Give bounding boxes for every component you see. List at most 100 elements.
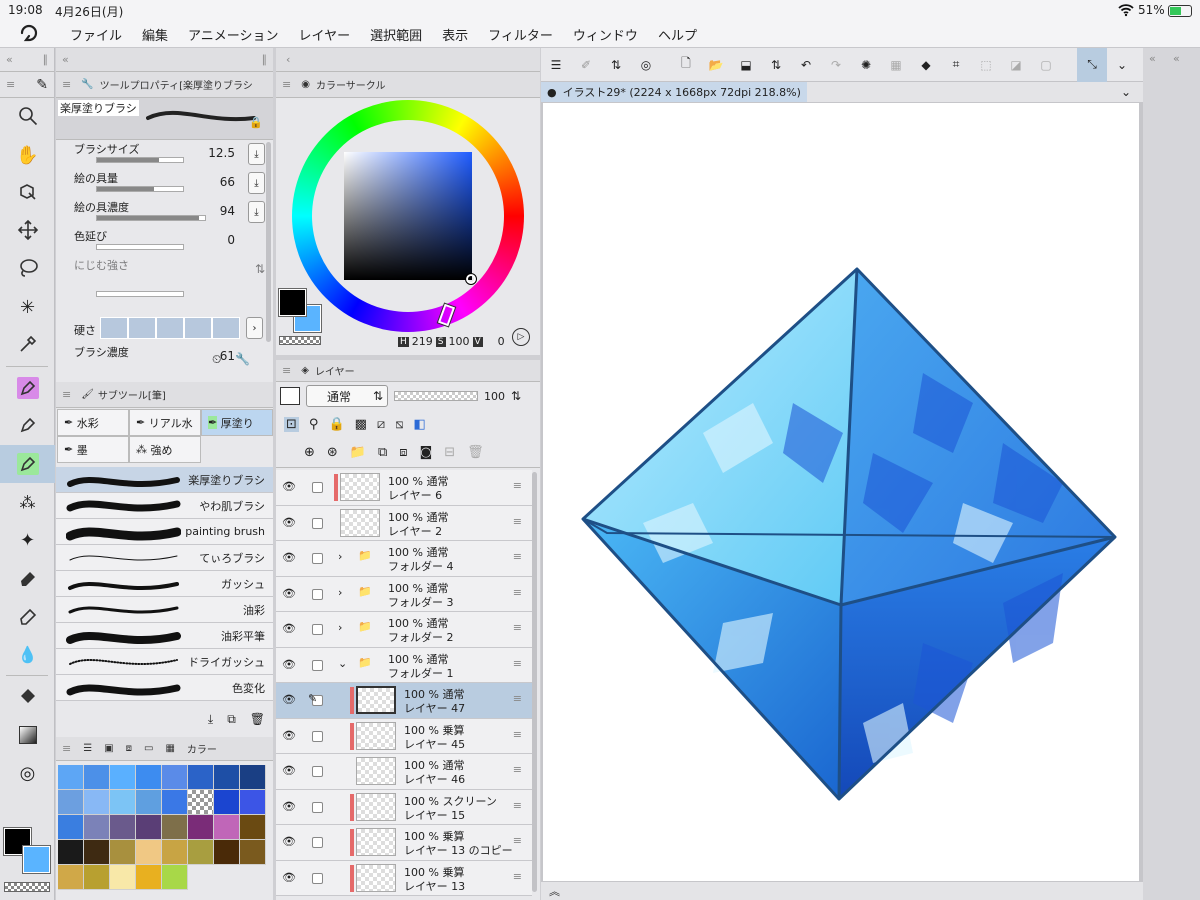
collapse-icon[interactable]: « xyxy=(6,53,13,66)
operation-tool[interactable] xyxy=(0,174,55,212)
pen-tool[interactable] xyxy=(0,369,55,407)
chevron-down-icon[interactable]: ⌄ xyxy=(338,657,347,670)
drag-handle-icon[interactable]: ≡ xyxy=(513,621,522,634)
color-swatch[interactable] xyxy=(214,815,240,840)
drag-handle-icon[interactable]: ≡ xyxy=(513,870,522,883)
sv-cursor[interactable] xyxy=(465,273,477,285)
undo-icon[interactable]: ↶ xyxy=(791,48,821,82)
wrench-settings-icon[interactable]: 🔧 xyxy=(235,352,250,367)
eye-icon[interactable]: 👁 xyxy=(282,587,296,600)
menu-icon[interactable]: ≡ xyxy=(62,742,71,755)
color-swatch[interactable] xyxy=(58,840,84,865)
color-mode-icon[interactable]: ▷ xyxy=(512,328,530,346)
arrow-stepper-icon[interactable]: ⇅ xyxy=(255,262,265,276)
menu-icon[interactable]: ≡ xyxy=(62,388,71,401)
layer-row[interactable]: 👁 100 % 乗算 レイヤー 13 のコピー ≡ xyxy=(276,825,532,861)
eye-icon[interactable]: 👁 xyxy=(282,800,296,813)
reset-clock-icon[interactable]: ⏲ xyxy=(212,352,221,367)
color-layer-icon[interactable]: ◧ xyxy=(413,417,425,432)
brush-item[interactable]: 色変化 xyxy=(56,675,273,701)
folder-row[interactable]: 👁 › 📁 100 % 通常 フォルダー 4 ≡ xyxy=(276,541,532,577)
color-swatch[interactable] xyxy=(136,815,162,840)
redo-icon[interactable]: ↷ xyxy=(821,48,851,82)
layer-checkbox[interactable] xyxy=(312,837,323,848)
new-file-icon[interactable]: 🗋 xyxy=(671,48,701,82)
stepper-icon[interactable]: ⇅ xyxy=(601,48,631,82)
new-vector-layer-icon[interactable]: ⊛ xyxy=(327,445,338,460)
figure-tool[interactable]: ◎ xyxy=(0,754,55,792)
chevron-down-icon[interactable]: ⌄ xyxy=(1107,48,1137,82)
layer-row[interactable]: 👁 100 % 通常 レイヤー 6 ≡ xyxy=(276,470,532,506)
drag-handle-icon[interactable]: ≡ xyxy=(513,834,522,847)
eraser-tool[interactable] xyxy=(0,559,55,597)
brush-item[interactable]: やわ肌ブラシ xyxy=(56,493,273,519)
snap-icon[interactable]: ⤡ xyxy=(1077,47,1107,82)
pencil-tool[interactable] xyxy=(0,407,55,445)
save-icon[interactable]: ⬓ xyxy=(731,48,761,82)
drag-handle-icon[interactable]: ≡ xyxy=(513,763,522,776)
canvas-tab[interactable]: ● イラスト29* (2224 x 1668px 72dpi 218.8%) xyxy=(541,82,807,102)
eye-icon[interactable]: 👁 xyxy=(282,622,296,635)
app-logo-icon[interactable] xyxy=(18,23,40,46)
canvas-paper[interactable] xyxy=(543,103,1139,881)
chevron-right-icon[interactable]: › xyxy=(246,317,263,339)
brush-item[interactable]: 油彩平筆 xyxy=(56,623,273,649)
collapse-icon[interactable]: « xyxy=(1173,52,1180,65)
color-swatch[interactable] xyxy=(58,790,84,815)
apply-mask-icon[interactable]: ⊟ xyxy=(444,445,455,460)
eyedropper-tool[interactable] xyxy=(0,326,55,364)
airbrush-tool[interactable]: ⁂ xyxy=(0,483,55,521)
color-swatch[interactable] xyxy=(84,765,110,790)
chevron-right-icon[interactable]: › xyxy=(338,550,342,563)
tab-thick-paint[interactable]: ✒ 厚塗り xyxy=(201,409,273,436)
color-swatch[interactable] xyxy=(240,790,266,815)
menu-file[interactable]: ファイル xyxy=(70,25,122,44)
drag-handle-icon[interactable]: ≡ xyxy=(513,479,522,492)
layer-row[interactable]: 👁 100 % 通常 レイヤー 2 ≡ xyxy=(276,505,532,541)
color-swatch[interactable] xyxy=(110,865,136,890)
color-swatch[interactable] xyxy=(162,790,188,815)
drag-handle-icon[interactable]: ≡ xyxy=(513,657,522,670)
new-folder-icon[interactable]: 📁 xyxy=(350,445,366,460)
clip-icon[interactable]: ⧄ xyxy=(377,417,385,432)
eye-icon[interactable]: 👁 xyxy=(282,551,296,564)
layer-row[interactable]: 👁 100 % スクリーン レイヤー 15 ≡ xyxy=(276,789,532,825)
layer-checkbox[interactable] xyxy=(312,659,323,671)
invert-selection-icon[interactable]: ◪ xyxy=(1001,48,1031,82)
blend-mode-select[interactable]: 通常 ⇅ xyxy=(306,385,388,407)
magic-wand-tool[interactable]: ✳ xyxy=(0,288,55,326)
color-swatch[interactable] xyxy=(84,865,110,890)
pressure-icon[interactable]: ⤓ xyxy=(248,172,265,194)
fill-bucket-icon[interactable]: ◆ xyxy=(911,48,941,82)
deselect-icon[interactable]: ⬚ xyxy=(971,48,1001,82)
tab-strong[interactable]: ⁂ 強め xyxy=(129,436,201,463)
lock-transparent-icon[interactable]: ▩ xyxy=(355,417,367,432)
menu-icon[interactable]: ≡ xyxy=(6,78,15,91)
layer-checkbox[interactable] xyxy=(312,730,323,742)
menu-icon[interactable]: ≡ xyxy=(282,78,291,91)
brush-tool[interactable] xyxy=(0,445,55,483)
tab-real-watercolor[interactable]: ✒ リアル水 xyxy=(129,409,201,436)
layer-row[interactable]: 👁 ✎ 100 % 通常 レイヤー 47 ≡ xyxy=(276,683,532,719)
color-swatch[interactable] xyxy=(84,815,110,840)
hand-tool[interactable]: ✋ xyxy=(0,136,55,174)
chevron-right-icon[interactable]: › xyxy=(338,586,342,599)
color-set-tab-icon[interactable]: ▦ xyxy=(165,743,174,754)
color-swatch[interactable] xyxy=(162,840,188,865)
layer-checkbox[interactable] xyxy=(312,482,323,493)
transparent-color-swatch[interactable] xyxy=(279,336,321,345)
menu-animation[interactable]: アニメーション xyxy=(188,25,278,44)
trash-icon[interactable]: 🗑 xyxy=(467,445,484,460)
color-swatch[interactable] xyxy=(240,840,266,865)
transform-icon[interactable]: ⌗ xyxy=(941,48,971,82)
property-slider[interactable] xyxy=(96,215,206,221)
drag-handle-icon[interactable]: ≡ xyxy=(513,799,522,812)
layer-checkbox[interactable] xyxy=(312,872,323,884)
menu-icon[interactable]: ≡ xyxy=(62,78,71,91)
layer-row[interactable]: 👁 100 % 乗算 レイヤー 45 ≡ xyxy=(276,718,532,754)
color-swatch[interactable] xyxy=(240,815,266,840)
tab-watercolor[interactable]: ✒ 水彩 xyxy=(57,409,129,436)
brush-item[interactable]: 楽厚塗りブラシ xyxy=(56,467,273,493)
scrollbar[interactable] xyxy=(532,472,537,892)
drag-handle-icon[interactable]: ≡ xyxy=(513,586,522,599)
